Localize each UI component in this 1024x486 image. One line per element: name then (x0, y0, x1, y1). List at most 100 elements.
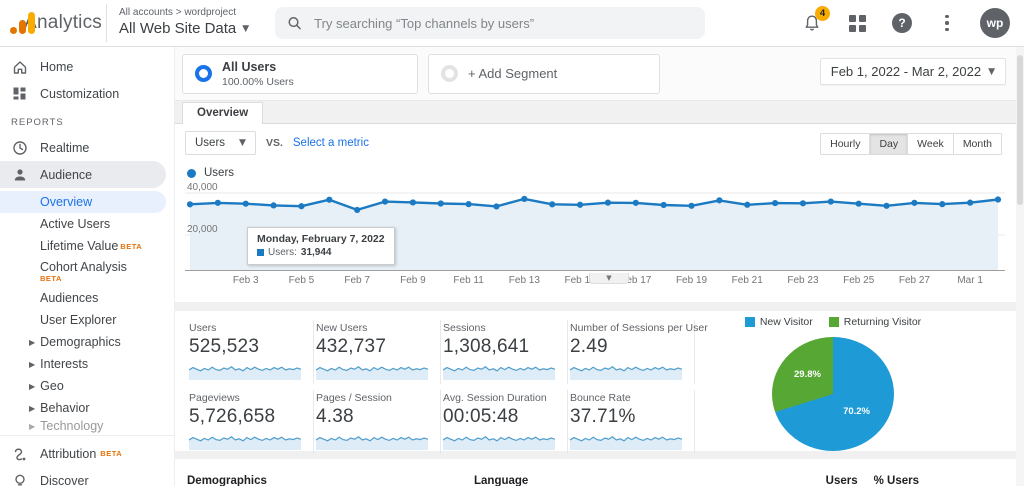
metric-card[interactable]: Bounce Rate 37.71% (568, 390, 695, 454)
search-input[interactable] (314, 15, 694, 31)
sidebar-item-user-explorer[interactable]: User Explorer (0, 309, 174, 331)
chart-collapse-button[interactable]: ▼ (589, 273, 629, 284)
add-segment-card[interactable]: + Add Segment (428, 53, 660, 94)
metric-label: Users (189, 322, 217, 334)
segment-subtitle: 100.00% Users (222, 75, 294, 88)
sidebar-item-label: Audience (40, 167, 93, 182)
person-icon (11, 166, 28, 183)
more-options-button[interactable] (935, 11, 959, 35)
date-range-selector[interactable]: Feb 1, 2022 - Mar 2, 2022 ▼ (819, 58, 1006, 85)
sidebar-item-audience[interactable]: Audience (0, 161, 166, 188)
divider (106, 4, 107, 42)
demographics-header: Demographics (187, 475, 267, 486)
attribution-icon (11, 445, 28, 462)
sidebar-nav: Home Customization REPORTS Realtime Audi… (0, 47, 175, 486)
granularity-week-button[interactable]: Week (908, 134, 954, 154)
notification-badge: 4 (815, 6, 830, 21)
x-axis-label: Feb 5 (288, 275, 315, 286)
sidebar-item-geo[interactable]: ▶ Geo (0, 375, 174, 397)
main-content: All Users 100.00% Users + Add Segment Fe… (175, 47, 1024, 486)
pie-slice-label: 29.8% (794, 369, 821, 380)
sidebar-item-attribution[interactable]: Attribution BETA (0, 440, 174, 467)
help-button[interactable]: ? (890, 11, 914, 35)
metric-label: Sessions (443, 322, 486, 334)
sidebar-item-demographics[interactable]: ▶ Demographics (0, 331, 174, 353)
pie-legend-label: New Visitor (759, 316, 813, 328)
sidebar-item-cohort-analysis[interactable]: Cohort Analysis BETA (0, 257, 174, 287)
metric-card[interactable]: Sessions 1,308,641 (441, 320, 568, 384)
sidebar-item-overview[interactable]: Overview (0, 191, 166, 213)
metric-card[interactable]: Number of Sessions per User 2.49 (568, 320, 708, 384)
metric-card[interactable]: Pages / Session 4.38 (314, 390, 441, 454)
sidebar-item-interests[interactable]: ▶ Interests (0, 353, 174, 375)
scrollbar-thumb[interactable] (1017, 55, 1023, 205)
reports-section-label: REPORTS (11, 117, 64, 128)
segment-title: All Users (222, 60, 277, 75)
x-axis-label: Feb 21 (731, 275, 763, 286)
tab-overview[interactable]: Overview (182, 102, 264, 124)
metric-sparkline (570, 436, 682, 450)
x-axis-label: Feb 25 (843, 275, 875, 286)
metrics-grid: Users 525,523 New Users 432,737 Sessions 1,30… (175, 311, 708, 454)
select-a-metric-link[interactable]: Select a metric (293, 137, 369, 149)
lightbulb-icon (11, 472, 28, 486)
chart-tooltip: Monday, February 7, 2022 Users: 31,944 (247, 227, 395, 265)
visitor-pie-chart[interactable]: 70.2% 29.8% (772, 337, 894, 451)
granularity-toggle: Hourly Day Week Month (820, 133, 1002, 155)
users-line-chart[interactable]: 40,000 20,000 Monday, February 7, 2022 U… (185, 182, 1005, 284)
apps-button[interactable] (845, 11, 869, 35)
sidebar-item-audiences[interactable]: Audiences (0, 287, 174, 309)
pie-legend-label: Returning Visitor (843, 316, 922, 328)
sidebar-item-label: Attribution (40, 446, 97, 461)
metric-card[interactable]: New Users 432,737 (314, 320, 441, 384)
sidebar-item-home[interactable]: Home (0, 53, 174, 80)
chart-panel: Users ▼ VS. Select a metric Hourly Day W… (175, 124, 1024, 302)
metric-card[interactable]: Pageviews 5,726,658 (187, 390, 314, 454)
granularity-day-button[interactable]: Day (870, 134, 909, 154)
sidebar-item-label: Audiences (40, 291, 99, 305)
metric-sparkline (570, 366, 682, 380)
metric-value: 432,737 (316, 336, 387, 357)
sidebar-item-customization[interactable]: Customization (0, 80, 174, 107)
legend-dot-icon (187, 168, 196, 178)
property-switcher[interactable]: All accounts > wordproject All Web Site … (119, 7, 249, 38)
sidebar-item-label: Demographics (40, 335, 121, 349)
percent-users-column-header: % Users (873, 475, 919, 486)
metric-card[interactable]: Avg. Session Duration 00:05:48 (441, 390, 568, 454)
segment-bar: All Users 100.00% Users + Add Segment Fe… (175, 47, 1024, 101)
avatar[interactable]: wp (980, 8, 1010, 38)
language-header: Language (474, 475, 529, 486)
x-axis-label: Feb 11 (453, 275, 484, 286)
sidebar-item-lifetime-value[interactable]: Lifetime Value BETA (0, 235, 174, 257)
home-icon (11, 58, 28, 75)
metric-selector-dropdown[interactable]: Users ▼ (185, 131, 256, 155)
date-range-value: Feb 1, 2022 - Mar 2, 2022 (830, 64, 982, 79)
sidebar-item-realtime[interactable]: Realtime (0, 134, 174, 161)
page-scrollbar[interactable] (1016, 47, 1024, 486)
chevron-down-icon: ▼ (988, 66, 995, 77)
metric-card[interactable]: Users 525,523 (187, 320, 314, 384)
customization-icon (11, 85, 28, 102)
analytics-logo[interactable]: Analytics (0, 11, 102, 35)
sidebar-item-discover[interactable]: Discover (0, 467, 174, 486)
pie-legend: New Visitor Returning Visitor (744, 316, 922, 328)
metric-label: Number of Sessions per User (570, 322, 708, 334)
sidebar-item-label: Interests (40, 357, 89, 371)
x-axis-label: Feb 7 (344, 275, 370, 286)
x-axis-label: Feb 19 (675, 275, 708, 286)
bottom-reports-panel: Demographics Language Users % Users (175, 459, 1024, 486)
sidebar-item-label: User Explorer (40, 313, 117, 327)
sidebar-item-active-users[interactable]: Active Users (0, 213, 174, 235)
search-bar[interactable] (275, 7, 706, 39)
granularity-month-button[interactable]: Month (953, 134, 1001, 154)
sidebar-item-behavior[interactable]: ▶ Behavior (0, 397, 174, 419)
notifications-button[interactable]: 4 (800, 6, 830, 35)
metric-value: 525,523 (189, 336, 260, 357)
granularity-hourly-button[interactable]: Hourly (821, 134, 871, 154)
all-users-segment-card[interactable]: All Users 100.00% Users (182, 53, 418, 94)
product-name: Analytics (24, 12, 102, 33)
legend-label: Users (204, 167, 235, 179)
x-axis-label: Feb 27 (898, 275, 930, 286)
sidebar-item-label: Active Users (40, 217, 111, 231)
sidebar-item-technology[interactable]: ▶ Technology (0, 419, 174, 433)
